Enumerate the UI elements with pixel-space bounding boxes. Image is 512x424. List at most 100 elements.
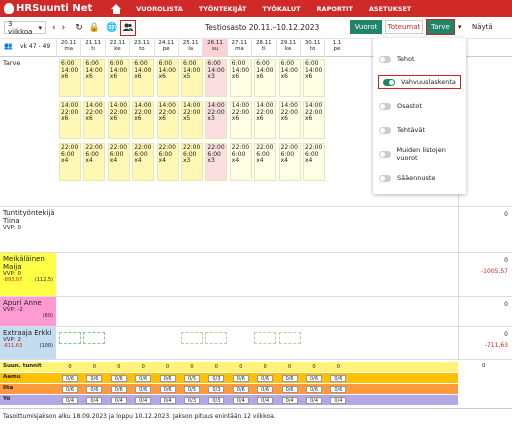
- tarve-cell[interactable]: 22:00 6:00 x4: [278, 143, 301, 181]
- nav-item[interactable]: TYÖNTEKIJÄT: [199, 5, 247, 13]
- dropdown-item[interactable]: Tehtävät: [379, 124, 425, 136]
- shift-slot[interactable]: [83, 332, 106, 344]
- toggle-switch[interactable]: [379, 126, 391, 134]
- tarve-cell[interactable]: 22:00 6:00 x4: [59, 143, 81, 181]
- tarve-cell[interactable]: 22:00 6:00 x4: [132, 143, 155, 181]
- employee-label[interactable]: Meikäläinen Maija VVP: 0 -893,07 (112,5): [0, 253, 56, 296]
- tarve-cell[interactable]: 14:00 22:00 x6: [107, 101, 130, 139]
- cell-line: x4: [280, 157, 288, 164]
- date-header[interactable]: 20.11 ma: [56, 39, 80, 57]
- shift-slot[interactable]: [59, 332, 81, 344]
- employee-label[interactable]: Extraaja Erkki VVP: 2 -611,63 (100): [0, 327, 56, 359]
- tarve-cell[interactable]: 6:00 14:00 x3: [205, 59, 228, 97]
- toggle-switch[interactable]: [383, 78, 395, 86]
- date-header[interactable]: 30.11 to: [299, 39, 324, 57]
- tarve-cell[interactable]: 14:00 22:00 x6: [156, 101, 179, 139]
- chevron-down-icon: ▾: [38, 23, 42, 32]
- toggle-switch[interactable]: [379, 102, 391, 110]
- weekday-label: to: [139, 46, 145, 52]
- tarve-cell[interactable]: 14:00 22:00 x6: [132, 101, 155, 139]
- toteumat-button[interactable]: Toteumat: [385, 20, 423, 34]
- tarve-cell[interactable]: 22:00 6:00 x4: [303, 143, 325, 181]
- summary-cell: 0/6: [110, 385, 127, 393]
- tarve-cell[interactable]: 6:00 14:00 x6: [278, 59, 301, 97]
- nav-item[interactable]: RAPORTIT: [317, 5, 353, 13]
- people-icon[interactable]: [120, 19, 137, 36]
- nav-item[interactable]: VUOROLISTA: [136, 5, 183, 13]
- nayta-menu[interactable]: Näytä: [472, 23, 493, 31]
- date-header[interactable]: 24.11 pe: [153, 39, 178, 57]
- date-header[interactable]: 28.11 ti: [251, 39, 275, 57]
- shift-slot[interactable]: [205, 332, 228, 344]
- tarve-cell[interactable]: 6:00 14:00 x6: [83, 59, 106, 97]
- toggle-switch[interactable]: [379, 174, 391, 182]
- tarve-cell[interactable]: 6:00 14:00 x6: [132, 59, 155, 97]
- tarve-cell[interactable]: 22:00 6:00 x4: [107, 143, 130, 181]
- date-header[interactable]: 21.11 ti: [80, 39, 104, 57]
- tarve-cell[interactable]: 14:00 22:00 x6: [254, 101, 277, 139]
- people-add-icon[interactable]: 👥: [4, 42, 13, 50]
- dropdown-item[interactable]: Tehot: [379, 53, 415, 65]
- dropdown-item[interactable]: Muiden listojen vuorot: [379, 146, 466, 162]
- range-select[interactable]: 3 viikkoa ▾: [4, 20, 46, 36]
- nav-item[interactable]: TYÖKALUT: [262, 5, 300, 13]
- tarve-cell[interactable]: 14:00 22:00 x6: [229, 101, 252, 139]
- cell-line: x6: [134, 115, 142, 122]
- tarve-cell[interactable]: 6:00 14:00 x6: [107, 59, 130, 97]
- cell-line: x6: [61, 115, 69, 122]
- app-logo[interactable]: HRSuunti Net: [4, 3, 92, 14]
- chevron-down-icon[interactable]: ▾: [458, 23, 462, 31]
- employee-label[interactable]: Apuri Anne VVP: -2 (60): [0, 297, 56, 326]
- tarve-button[interactable]: Tarve: [426, 19, 455, 35]
- summary-cell: 0/6: [159, 374, 176, 382]
- dropdown-item[interactable]: Vahvuuslaskenta: [378, 75, 461, 89]
- date-header[interactable]: 23.11 to: [129, 39, 153, 57]
- tarve-cell[interactable]: 6:00 14:00 x5: [181, 59, 203, 97]
- date-header[interactable]: 26.11 su: [202, 39, 227, 57]
- nav-item[interactable]: ASETUKSET: [369, 5, 411, 13]
- cell-line: x6: [231, 115, 240, 122]
- lock-icon[interactable]: 🔒: [89, 23, 100, 33]
- summary-cell: 0/5: [184, 374, 200, 382]
- shift-slot[interactable]: [254, 332, 277, 344]
- tarve-cell[interactable]: 6:00 14:00 x6: [254, 59, 277, 97]
- dropdown-item[interactable]: Osastot: [379, 100, 422, 112]
- tarve-cell[interactable]: 14:00 22:00 x6: [303, 101, 325, 139]
- tarve-cell[interactable]: 22:00 6:00 x4: [83, 143, 106, 181]
- tarve-cell[interactable]: 22:00 6:00 x4: [156, 143, 179, 181]
- date-header[interactable]: 29.11 ke: [275, 39, 300, 57]
- tarve-cell[interactable]: 22:00 6:00 x4: [254, 143, 277, 181]
- date-header[interactable]: 27.11 ma: [226, 39, 251, 57]
- date-header[interactable]: 25.11 la: [177, 39, 202, 57]
- shift-slot[interactable]: [181, 332, 203, 344]
- page-title: Testiosasto 20.11.–10.12.2023: [205, 23, 320, 32]
- tarve-cell[interactable]: 14:00 22:00 x6: [278, 101, 301, 139]
- tarve-cell[interactable]: 22:00 6:00 x4: [229, 143, 252, 181]
- toggle-switch[interactable]: [379, 55, 391, 63]
- refresh-icon[interactable]: ↻: [75, 23, 83, 33]
- right-value: 0: [504, 257, 508, 264]
- cell-line: x3: [207, 115, 215, 122]
- date-header[interactable]: 22.11 ke: [104, 39, 129, 57]
- date-header[interactable]: 1.1 pe: [324, 39, 348, 57]
- vuorot-button[interactable]: Vuorot: [350, 20, 382, 34]
- globe-icon[interactable]: 🌐: [106, 23, 117, 33]
- summary-row: Yö 0/4 0/4 0/4 0/4 0/4 0/3 0/3 0/4 0/4 0/4 0/4 0/4: [0, 395, 512, 405]
- toggle-switch[interactable]: [379, 150, 391, 158]
- tarve-cell[interactable]: 14:00 22:00 x3: [205, 101, 228, 139]
- tarve-cell[interactable]: 22:00 6:00 x3: [205, 143, 228, 181]
- tarve-cell[interactable]: 14:00 22:00 x5: [181, 101, 203, 139]
- home-icon[interactable]: [111, 3, 122, 14]
- employee-label[interactable]: Tuntityöntekijä Tiina VVP: 0: [0, 207, 56, 252]
- tarve-cell[interactable]: 6:00 14:00 x6: [229, 59, 252, 97]
- tarve-cell[interactable]: 6:00 14:00 x6: [59, 59, 81, 97]
- tarve-cell[interactable]: 14:00 22:00 x6: [59, 101, 81, 139]
- prev-arrow-icon[interactable]: ‹: [52, 23, 56, 33]
- next-arrow-icon[interactable]: ›: [62, 23, 66, 33]
- tarve-cell[interactable]: 14:00 22:00 x6: [83, 101, 106, 139]
- dropdown-item[interactable]: Sääennuste: [379, 172, 435, 184]
- shift-slot[interactable]: [278, 332, 301, 344]
- tarve-cell[interactable]: 6:00 14:00 x6: [156, 59, 179, 97]
- tarve-cell[interactable]: 6:00 14:00 x6: [303, 59, 325, 97]
- tarve-cell[interactable]: 22:00 6:00 x3: [181, 143, 203, 181]
